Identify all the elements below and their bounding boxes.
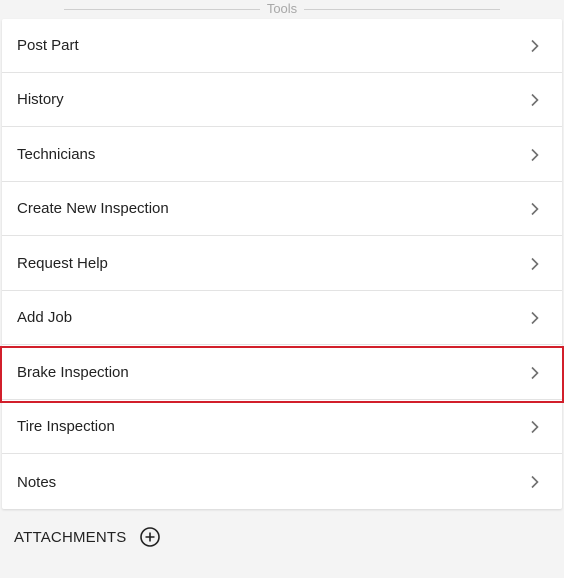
chevron-right-icon bbox=[531, 311, 539, 324]
tools-section-title: Tools bbox=[266, 1, 298, 16]
chevron-right-icon bbox=[531, 93, 539, 106]
divider-line-left bbox=[64, 8, 260, 10]
tool-item-history[interactable]: History bbox=[2, 73, 562, 127]
tools-list: Post Part History Technicians Create New… bbox=[2, 19, 562, 509]
tool-item-post-part[interactable]: Post Part bbox=[2, 19, 562, 73]
add-circle-icon bbox=[140, 527, 161, 547]
tool-item-request-help[interactable]: Request Help bbox=[2, 237, 562, 291]
tool-item-label: Brake Inspection bbox=[17, 364, 129, 381]
attachments-label: ATTACHMENTS bbox=[14, 528, 127, 546]
chevron-right-icon bbox=[531, 202, 539, 215]
tool-item-notes[interactable]: Notes bbox=[2, 455, 562, 509]
tool-item-label: Tire Inspection bbox=[17, 418, 115, 435]
tool-item-add-job[interactable]: Add Job bbox=[2, 291, 562, 345]
tool-item-label: Create New Inspection bbox=[17, 200, 169, 217]
chevron-right-icon bbox=[531, 39, 539, 52]
tool-item-tire-inspection[interactable]: Tire Inspection bbox=[2, 400, 562, 454]
chevron-right-icon bbox=[531, 257, 539, 270]
tool-item-label: Add Job bbox=[17, 309, 73, 326]
chevron-right-icon bbox=[531, 366, 539, 379]
divider-line-right bbox=[304, 8, 501, 10]
tools-section-divider: Tools bbox=[64, 0, 501, 18]
tool-item-label: Request Help bbox=[17, 255, 108, 272]
chevron-right-icon bbox=[531, 420, 539, 433]
tool-item-technicians[interactable]: Technicians bbox=[2, 128, 562, 182]
tool-item-label: Technicians bbox=[17, 146, 96, 163]
add-attachment-button[interactable] bbox=[139, 526, 161, 548]
chevron-right-icon bbox=[531, 148, 539, 161]
chevron-right-icon bbox=[531, 475, 539, 489]
attachments-header: ATTACHMENTS bbox=[14, 524, 161, 550]
tool-item-create-new-inspection[interactable]: Create New Inspection bbox=[2, 182, 562, 236]
tool-item-label: History bbox=[17, 91, 64, 108]
tool-item-label: Post Part bbox=[17, 37, 79, 54]
tool-item-label: Notes bbox=[17, 473, 57, 491]
tool-item-brake-inspection[interactable]: Brake Inspection bbox=[2, 346, 562, 400]
